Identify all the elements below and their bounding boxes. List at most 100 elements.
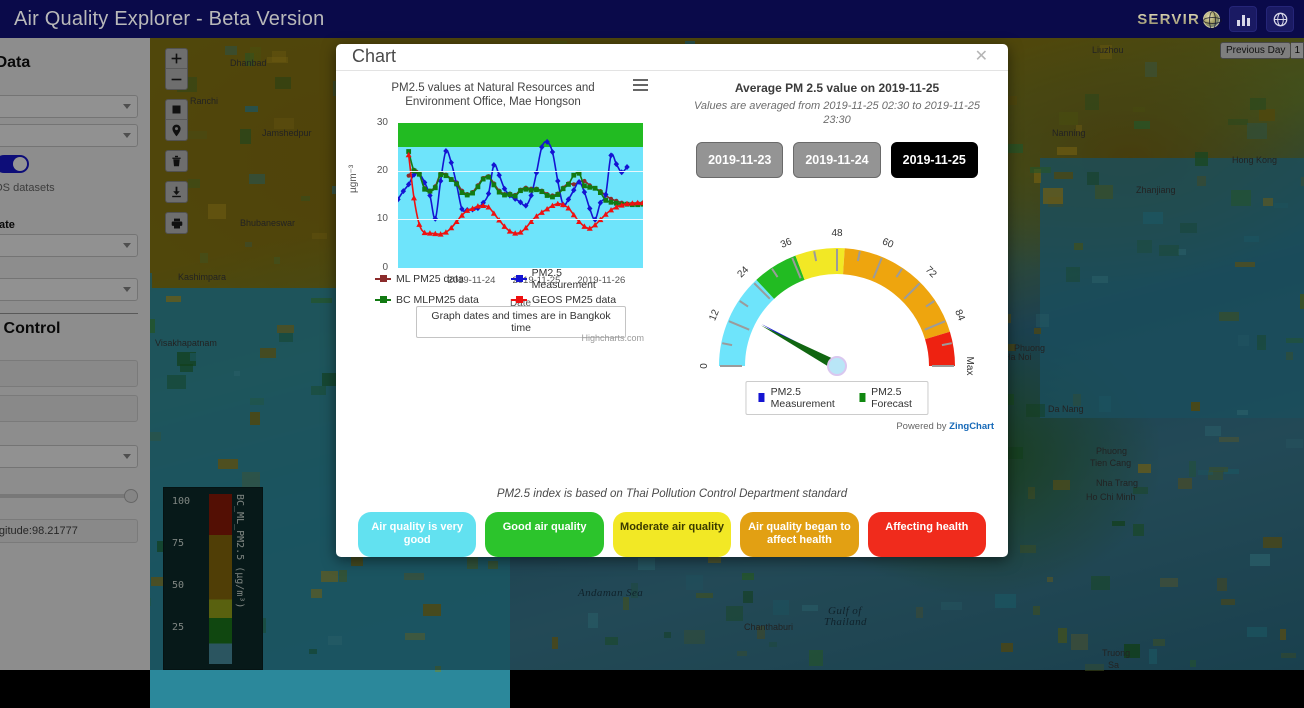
chart-modal-body: PM2.5 values at Natural Resources and En…	[336, 71, 1008, 558]
app-header: Air Quality Explorer - Beta Version SERV…	[0, 0, 1304, 38]
date-button-group[interactable]: 2019-11-23 2019-11-24 2019-11-25	[666, 142, 1008, 178]
gridline	[398, 219, 643, 220]
gauge-legend-item[interactable]: PM2.5 Forecast	[860, 386, 916, 410]
series-marker	[550, 194, 555, 199]
gauge-tick-label: 48	[831, 228, 843, 239]
air-quality-badge[interactable]: Air quality is very good	[358, 512, 476, 558]
zingchart-credit[interactable]: Powered by ZingChart	[896, 421, 994, 432]
series-marker	[529, 187, 534, 192]
gauge-tick-label: 36	[779, 236, 794, 251]
gauge-tick-label: 72	[923, 264, 939, 280]
globe-outline-icon	[1273, 12, 1288, 27]
gauge-tick-label: 24	[735, 264, 751, 280]
legend-marker	[375, 295, 391, 304]
close-icon[interactable]: ✕	[971, 45, 992, 69]
series-marker	[598, 190, 603, 195]
gridline	[398, 171, 643, 172]
series-marker	[528, 192, 533, 198]
legend-marker	[375, 274, 391, 283]
series-marker	[545, 193, 550, 198]
series-marker	[539, 144, 544, 150]
legend-swatch	[860, 393, 865, 402]
series-marker	[481, 176, 486, 181]
gauge-band	[719, 279, 774, 365]
series-marker	[555, 192, 560, 197]
info-globe-button[interactable]	[1266, 6, 1294, 32]
series-line	[398, 141, 627, 219]
legend-label: PM2.5 Measurement	[532, 267, 627, 291]
legend-marker	[511, 295, 527, 304]
series-marker	[475, 184, 480, 189]
timeseries-legend[interactable]: ML PM25 data PM2.5 Measurement BC MLPM25…	[336, 267, 666, 306]
air-quality-badge[interactable]: Air quality began to affect health	[740, 512, 858, 558]
series-marker	[608, 152, 613, 158]
legend-item[interactable]: ML PM25 data	[375, 267, 491, 291]
gauge-tick-label: Max	[964, 356, 975, 375]
timeseries-series	[398, 123, 643, 268]
legend-item[interactable]: GEOS PM25 data	[511, 294, 627, 306]
gauge-tick-label: 84	[952, 308, 967, 323]
series-marker	[582, 183, 587, 188]
globe-icon	[1203, 11, 1220, 28]
series-marker	[513, 193, 518, 198]
zingchart-credit-prefix: Powered by	[896, 421, 949, 432]
app-title: Air Quality Explorer - Beta Version	[8, 8, 324, 31]
gauge-tick-label: 60	[880, 236, 895, 251]
legend-item[interactable]: BC MLPM25 data	[375, 294, 491, 306]
gauge-svg: 0 12 24 36 48 60 72 84 Max	[666, 216, 1008, 396]
legend-label: GEOS PM25 data	[532, 294, 616, 306]
gauge-subtitle: Values are averaged from 2019-11-25 02:3…	[666, 95, 1008, 129]
series-marker	[486, 174, 491, 179]
legend-label: PM2.5 Measurement	[771, 386, 838, 410]
chart-menu-icon[interactable]	[633, 79, 648, 95]
series-marker	[534, 187, 539, 192]
gauge-hub	[828, 357, 846, 375]
y-axis-tick: 20	[336, 165, 388, 176]
series-marker	[518, 188, 523, 193]
series-marker	[571, 172, 576, 177]
legend-item[interactable]: PM2.5 Measurement	[511, 267, 627, 291]
y-axis-tick: 30	[336, 117, 388, 128]
series-marker	[603, 197, 608, 202]
gauge-panel: Average PM 2.5 value on 2019-11-25 Value…	[666, 71, 1008, 486]
series-marker	[416, 221, 422, 226]
chart-modal-title: Chart	[352, 46, 396, 67]
chart-toggle-button[interactable]	[1229, 6, 1257, 32]
series-marker	[422, 186, 427, 191]
servir-wordmark: SERVIR	[1137, 11, 1200, 28]
series-marker	[449, 159, 454, 165]
legend-marker	[511, 274, 527, 283]
bar-chart-icon	[1237, 13, 1250, 26]
air-quality-badge[interactable]: Affecting health	[868, 512, 986, 558]
gauge-tick-label: 0	[699, 362, 710, 368]
chart-modal-header: Chart ✕	[336, 44, 1008, 71]
series-marker	[411, 194, 417, 199]
series-marker	[444, 173, 449, 178]
gauge-tick-label: 12	[707, 307, 722, 322]
air-quality-badge[interactable]: Moderate air quality	[613, 512, 731, 558]
series-marker	[502, 192, 507, 197]
series-marker	[433, 185, 438, 190]
series-marker	[486, 190, 491, 196]
series-marker	[561, 186, 566, 191]
series-marker	[460, 190, 465, 195]
date-button[interactable]: 2019-11-24	[793, 142, 880, 178]
series-marker	[566, 181, 571, 186]
timeseries-chart-panel: PM2.5 values at Natural Resources and En…	[336, 71, 666, 486]
timeseries-chart-title: PM2.5 values at Natural Resources and En…	[336, 81, 666, 110]
header-actions[interactable]: SERVIR	[1137, 6, 1296, 32]
series-marker	[555, 178, 560, 184]
series-marker	[465, 192, 470, 197]
series-marker	[428, 188, 433, 193]
series-marker	[609, 199, 614, 204]
date-button[interactable]: 2019-11-25	[891, 142, 978, 178]
legend-label: ML PM25 data	[396, 273, 464, 285]
gauge-legend[interactable]: PM2.5 Measurement PM2.5 Forecast	[745, 381, 928, 415]
series-marker	[550, 149, 555, 155]
air-quality-badges[interactable]: Air quality is very good Good air quality…	[336, 500, 1008, 558]
gauge-legend-item[interactable]: PM2.5 Measurement	[758, 386, 837, 410]
date-button[interactable]: 2019-11-23	[696, 142, 783, 178]
air-quality-badge[interactable]: Good air quality	[485, 512, 603, 558]
chart-panels: PM2.5 values at Natural Resources and En…	[336, 71, 1008, 486]
highcharts-credit[interactable]: Highcharts.com	[581, 333, 644, 343]
